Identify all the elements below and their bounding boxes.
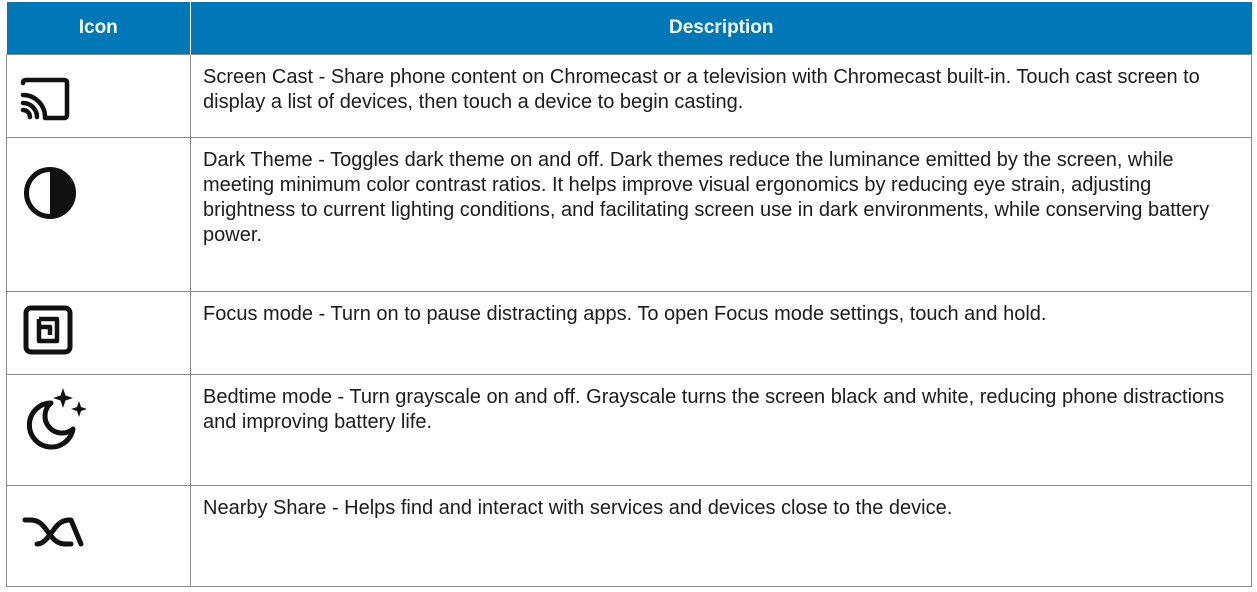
- table-row: Focus mode - Turn on to pause distractin…: [6, 291, 1252, 375]
- table-row: Dark Theme - Toggles dark theme on and o…: [6, 137, 1252, 292]
- table-row: Bedtime mode - Turn grayscale on and off…: [6, 374, 1252, 486]
- table-row: Nearby Share - Helps find and interact w…: [6, 485, 1252, 587]
- description-cell: Bedtime mode - Turn grayscale on and off…: [190, 374, 1252, 486]
- icon-cell: [6, 54, 191, 138]
- icon-cell: [6, 485, 191, 587]
- icon-description-table: Icon Description Screen Cast - Share pho…: [6, 2, 1252, 587]
- bedtime-mode-icon: [23, 385, 89, 451]
- description-cell: Dark Theme - Toggles dark theme on and o…: [190, 137, 1252, 292]
- header-description: Description: [190, 2, 1252, 55]
- description-cell: Nearby Share - Helps find and interact w…: [190, 485, 1252, 587]
- table-header: Icon Description: [6, 2, 1252, 55]
- dark-theme-icon: [21, 164, 79, 222]
- table-row: Screen Cast - Share phone content on Chr…: [6, 54, 1252, 138]
- header-icon: Icon: [6, 2, 191, 55]
- screen-cast-icon: [19, 77, 71, 121]
- icon-cell: [6, 374, 191, 486]
- focus-mode-icon: [23, 305, 73, 355]
- description-cell: Screen Cast - Share phone content on Chr…: [190, 54, 1252, 138]
- icon-cell: [6, 291, 191, 375]
- description-cell: Focus mode - Turn on to pause distractin…: [190, 291, 1252, 375]
- icon-cell: [6, 137, 191, 292]
- nearby-share-icon: [21, 514, 85, 548]
- header-row: Icon Description: [6, 2, 1252, 55]
